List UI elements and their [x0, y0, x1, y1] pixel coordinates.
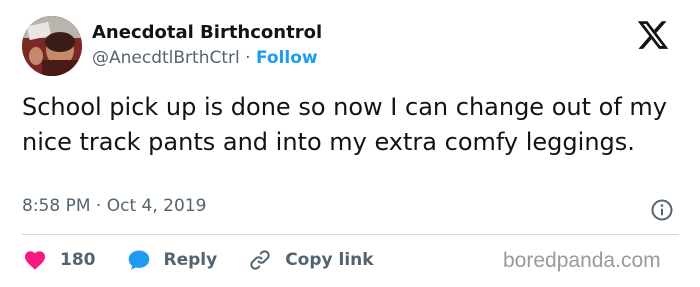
author-name[interactable]: Anecdotal Birthcontrol	[92, 22, 322, 43]
author-handle[interactable]: @AnecdtlBrthCtrl	[92, 48, 240, 68]
tweet-time: 8:58 PM	[22, 196, 91, 216]
heart-icon	[22, 247, 48, 273]
tweet-date: Oct 4, 2019	[106, 196, 207, 216]
copy-link-button[interactable]: Copy link	[247, 247, 374, 273]
tweet-timestamp[interactable]: 8:58 PM · Oct 4, 2019	[22, 196, 206, 216]
watermark: boredpanda.com	[503, 249, 661, 272]
author-handle-row: @AnecdtlBrthCtrl · Follow	[92, 48, 318, 68]
reply-button[interactable]: Reply	[126, 247, 218, 273]
divider	[22, 234, 679, 235]
x-logo-icon[interactable]	[636, 18, 670, 52]
likes-count: 180	[60, 250, 96, 270]
copy-link-label: Copy link	[285, 250, 374, 270]
timestamp-separator: ·	[95, 196, 102, 216]
like-button[interactable]: 180	[22, 247, 96, 273]
tweet-text: School pick up is done so now I can chan…	[22, 93, 667, 156]
action-bar: 180 Reply Copy link	[22, 246, 404, 274]
speech-bubble-icon	[126, 247, 152, 273]
reply-label: Reply	[163, 250, 218, 270]
avatar[interactable]	[22, 16, 82, 76]
link-icon	[247, 247, 273, 273]
info-icon[interactable]	[650, 198, 674, 222]
follow-button[interactable]: Follow	[256, 48, 318, 68]
handle-separator: ·	[245, 48, 251, 68]
